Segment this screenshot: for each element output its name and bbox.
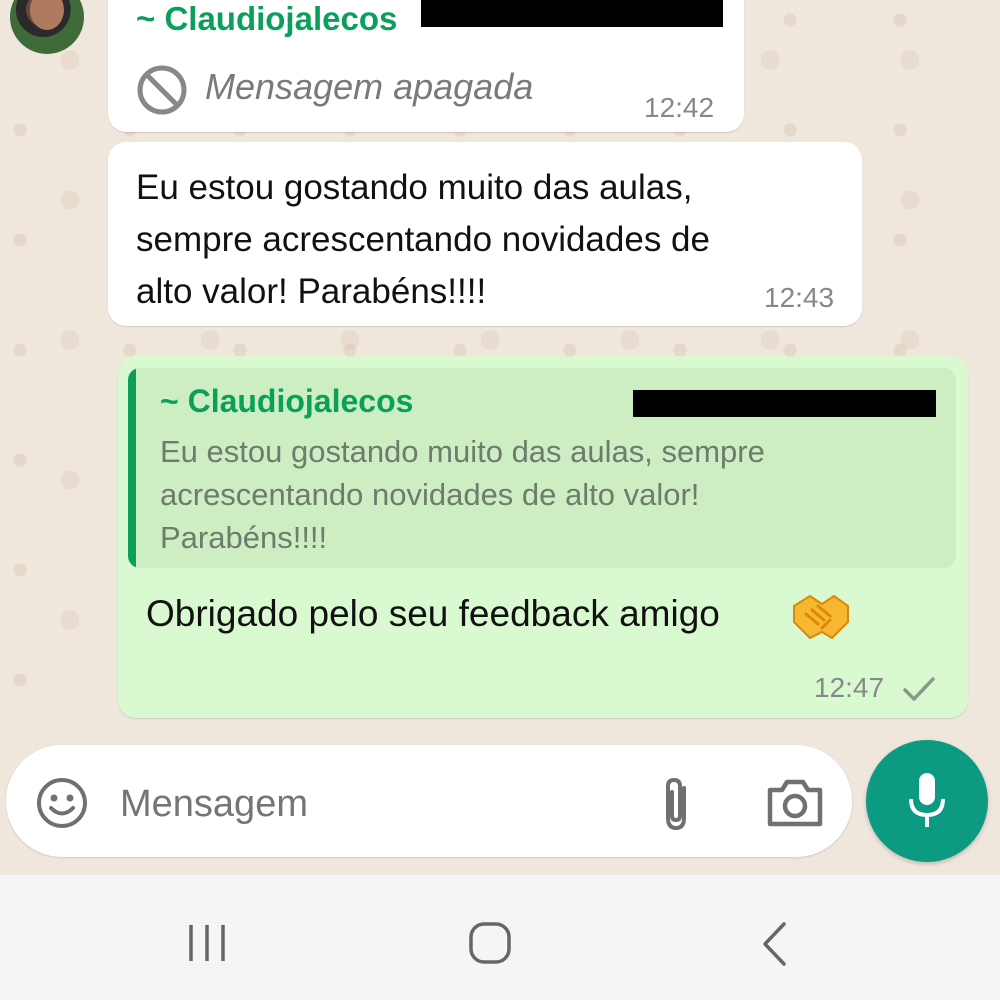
voice-record-button[interactable] xyxy=(866,740,988,862)
deleted-message-text: Mensagem apagada xyxy=(205,66,534,107)
message-sender-name[interactable]: ~ Claudiojalecos xyxy=(136,0,397,38)
incoming-message-text: Eu estou gostando muito das aulas, sempr… xyxy=(136,162,836,318)
message-line: sempre acrescentando novidades de xyxy=(136,220,710,259)
message-line: alto valor! Parabéns!!!! xyxy=(136,272,487,311)
attach-icon[interactable] xyxy=(656,774,696,834)
message-time: 12:43 xyxy=(764,282,835,313)
camera-icon[interactable] xyxy=(766,776,824,828)
home-icon[interactable] xyxy=(468,921,512,965)
system-navigation-bar xyxy=(0,875,1000,1000)
quoted-line: Eu estou gostando muito das aulas, sempr… xyxy=(160,434,765,469)
quoted-message-text: Eu estou gostando muito das aulas, sempr… xyxy=(160,430,920,559)
back-icon[interactable] xyxy=(760,921,790,967)
quoted-line: acrescentando novidades de alto valor! xyxy=(160,477,700,512)
message-line: Eu estou gostando muito das aulas, xyxy=(136,168,693,207)
quoted-sender-name: ~ Claudiojalecos xyxy=(160,383,414,419)
message-time: 12:47 xyxy=(814,672,885,703)
single-check-icon xyxy=(902,675,936,703)
message-time: 12:42 xyxy=(644,92,715,123)
mic-icon xyxy=(906,771,948,831)
emoji-icon[interactable] xyxy=(36,777,88,829)
redacted-phone-number xyxy=(633,390,936,417)
quoted-line: Parabéns!!!! xyxy=(160,520,328,555)
redacted-phone-number xyxy=(421,0,723,27)
quote-accent-bar xyxy=(128,368,136,568)
blocked-icon xyxy=(136,64,188,116)
outgoing-message-text: Obrigado pelo seu feedback amigo xyxy=(146,593,720,634)
recent-apps-icon[interactable] xyxy=(186,923,230,963)
handshake-emoji xyxy=(792,592,850,642)
message-input[interactable] xyxy=(120,780,620,828)
